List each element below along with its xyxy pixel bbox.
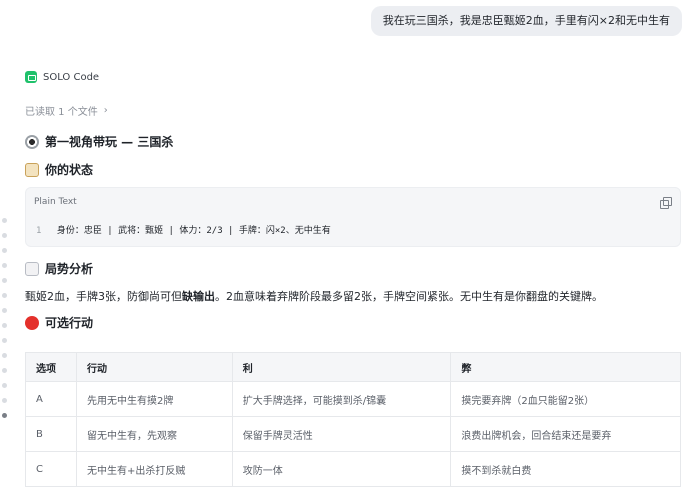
read-files-toggle[interactable]: 已读取 1 个文件 › bbox=[25, 103, 108, 118]
heading-your-status: 你的状态 bbox=[25, 161, 93, 178]
table-cell: A bbox=[25, 381, 77, 417]
table-cell: B bbox=[25, 416, 77, 452]
message-navigation-rail bbox=[2, 218, 10, 428]
table-cell: 摸不到杀就白费 bbox=[450, 451, 681, 487]
table-header-row: 选项 行动 利 弊 bbox=[25, 352, 681, 382]
table-cell: 浪费出牌机会，回合结束还是要弃 bbox=[450, 416, 681, 452]
table-header-cell: 利 bbox=[232, 352, 452, 382]
nav-dot[interactable] bbox=[2, 398, 7, 403]
chevron-right-icon: › bbox=[103, 105, 108, 116]
table-header-cell: 弊 bbox=[450, 352, 681, 382]
nav-dot[interactable] bbox=[2, 248, 7, 253]
nav-dot[interactable] bbox=[2, 323, 7, 328]
nav-dot[interactable] bbox=[2, 278, 7, 283]
analysis-bold: 缺输出 bbox=[182, 290, 215, 303]
nav-dot[interactable] bbox=[2, 263, 7, 268]
nav-dot[interactable] bbox=[2, 218, 7, 223]
assistant-name: SOLO Code bbox=[43, 71, 100, 83]
analysis-paragraph: 甄姬2血，手牌3张，防御尚可但缺输出。2血意味着弃牌阶段最多留2张，手牌空间紧张… bbox=[25, 288, 603, 304]
code-line-number: 1 bbox=[36, 226, 42, 236]
read-files-label: 已读取 1 个文件 bbox=[25, 107, 98, 118]
nav-dot[interactable] bbox=[2, 368, 7, 373]
nav-dot-active[interactable] bbox=[2, 413, 7, 418]
table-cell: 留无中生有，先观察 bbox=[76, 416, 233, 452]
dice-icon bbox=[25, 261, 39, 276]
red-circle-icon bbox=[25, 315, 39, 330]
code-language-label: Plain Text bbox=[34, 197, 77, 207]
options-table: 选项 行动 利 弊 A 先用无中生有摸2牌 扩大手牌选择，可能摸到杀/锦囊 摸完… bbox=[25, 352, 681, 487]
analysis-text-2: 。2血意味着弃牌阶段最多留2张，手牌空间紧张。无中生有是你翻盘的关键牌。 bbox=[215, 290, 603, 303]
table-cell: C bbox=[25, 451, 77, 487]
eye-icon bbox=[25, 134, 39, 149]
nav-dot[interactable] bbox=[2, 383, 7, 388]
user-message-bubble: 我在玩三国杀，我是忠臣甄姬2血，手里有闪×2和无中生有 bbox=[370, 6, 682, 36]
clipboard-icon bbox=[25, 162, 39, 177]
code-block: Plain Text 1 身份：忠臣 | 武将：甄姬 | 体力：2/3 | 手牌… bbox=[25, 187, 681, 247]
heading-options-text: 可选行动 bbox=[45, 316, 94, 330]
nav-dot[interactable] bbox=[2, 338, 7, 343]
code-line: 1 身份：忠臣 | 武将：甄姬 | 体力：2/3 | 手牌：闪×2、无中生有 bbox=[36, 223, 331, 236]
copy-icon[interactable] bbox=[660, 197, 672, 209]
table-header-cell: 行动 bbox=[76, 352, 233, 382]
table-cell: 攻防一体 bbox=[232, 451, 452, 487]
analysis-text-1: 甄姬2血，手牌3张，防御尚可但 bbox=[25, 290, 182, 303]
nav-dot[interactable] bbox=[2, 293, 7, 298]
solo-code-logo-icon bbox=[25, 71, 37, 83]
table-cell: 无中生有+出杀打反贼 bbox=[76, 451, 233, 487]
heading-first-person-text: 第一视角带玩 — 三国杀 bbox=[45, 135, 174, 149]
heading-your-status-text: 你的状态 bbox=[45, 163, 94, 177]
nav-dot[interactable] bbox=[2, 233, 7, 238]
nav-dot[interactable] bbox=[2, 308, 7, 313]
heading-situation: 局势分析 bbox=[25, 260, 93, 277]
table-cell: 扩大手牌选择，可能摸到杀/锦囊 bbox=[232, 381, 452, 417]
table-cell: 摸完要弃牌（2血只能留2张） bbox=[450, 381, 681, 417]
user-message-text: 我在玩三国杀，我是忠臣甄姬2血，手里有闪×2和无中生有 bbox=[382, 14, 670, 27]
heading-options: 可选行动 bbox=[25, 314, 93, 331]
assistant-header: SOLO Code bbox=[25, 71, 99, 83]
nav-dot[interactable] bbox=[2, 353, 7, 358]
table-row: C 无中生有+出杀打反贼 攻防一体 摸不到杀就白费 bbox=[25, 451, 681, 487]
heading-situation-text: 局势分析 bbox=[45, 262, 94, 276]
table-row: A 先用无中生有摸2牌 扩大手牌选择，可能摸到杀/锦囊 摸完要弃牌（2血只能留2… bbox=[25, 381, 681, 417]
code-line-text: 身份：忠臣 | 武将：甄姬 | 体力：2/3 | 手牌：闪×2、无中生有 bbox=[56, 226, 331, 236]
table-row: B 留无中生有，先观察 保留手牌灵活性 浪费出牌机会，回合结束还是要弃 bbox=[25, 416, 681, 452]
table-cell: 保留手牌灵活性 bbox=[232, 416, 452, 452]
table-header-cell: 选项 bbox=[25, 352, 77, 382]
table-cell: 先用无中生有摸2牌 bbox=[76, 381, 233, 417]
heading-first-person: 第一视角带玩 — 三国杀 bbox=[25, 133, 173, 150]
